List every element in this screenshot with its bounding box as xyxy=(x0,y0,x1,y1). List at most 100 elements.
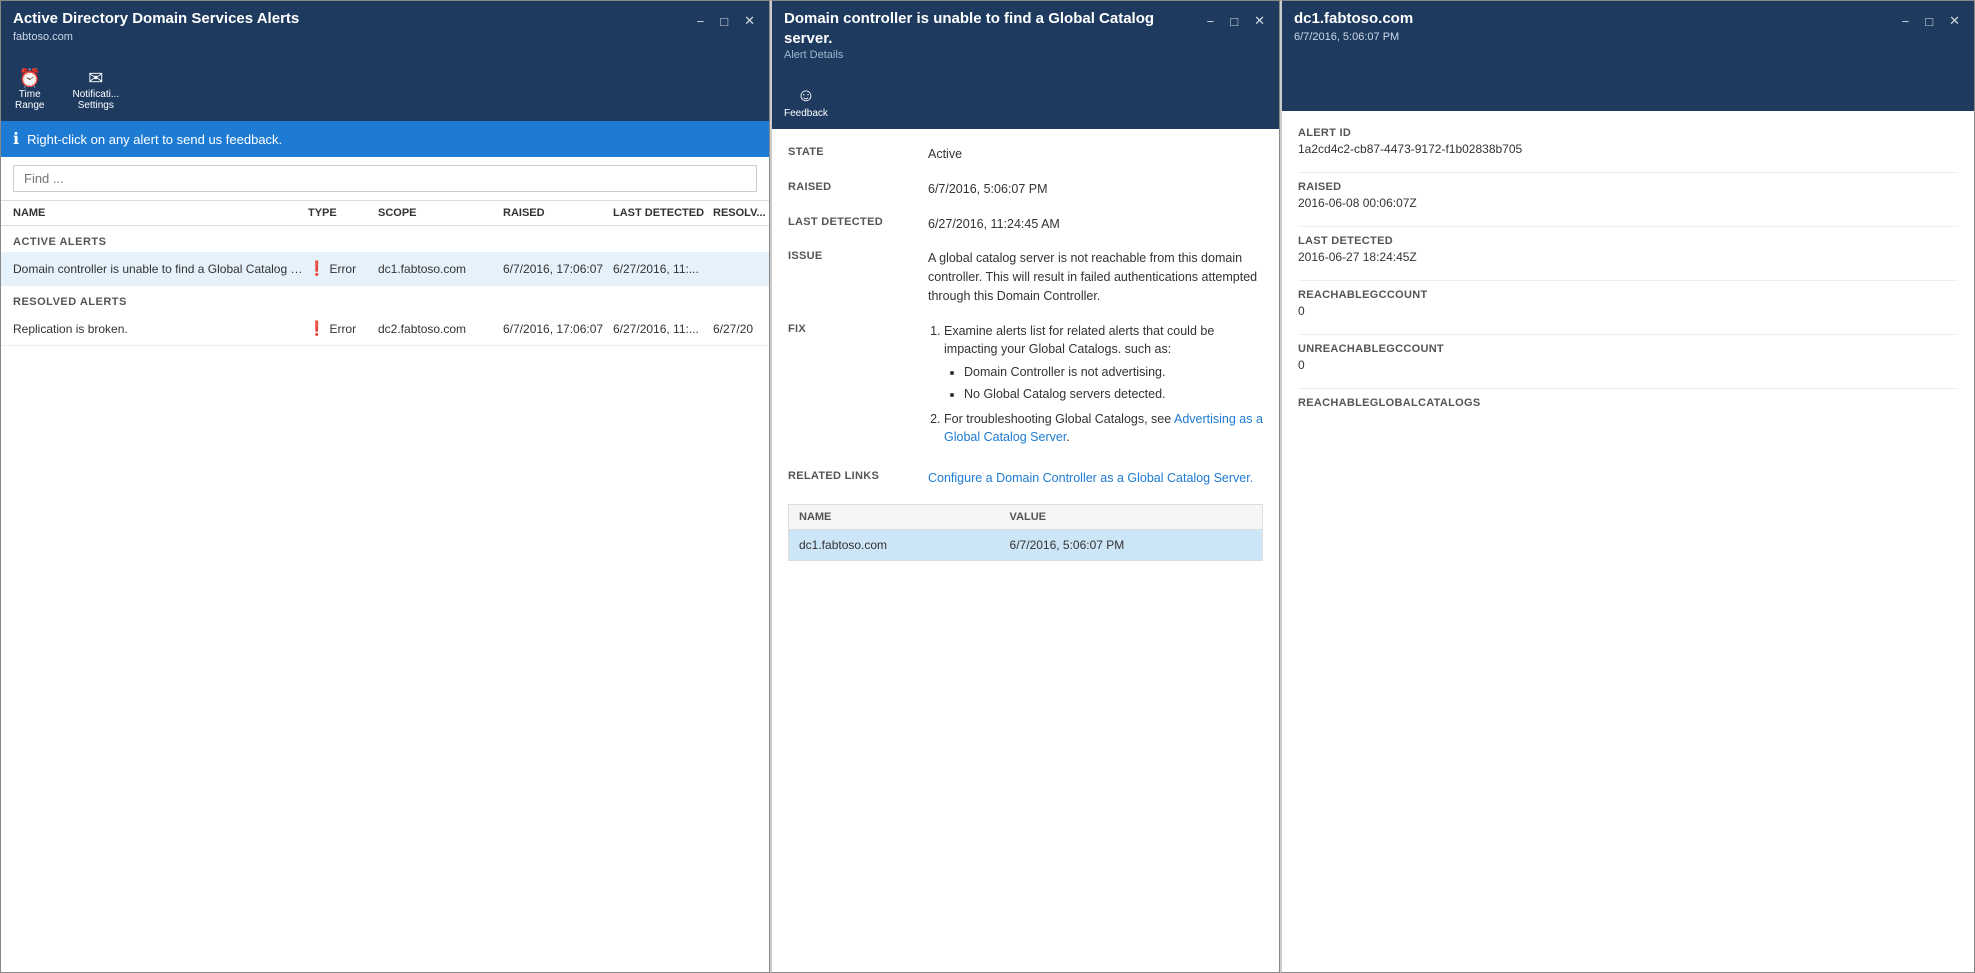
detail-row-issue: ISSUE A global catalog server is not rea… xyxy=(788,249,1263,305)
meta-last-detected: LAST DETECTED 2016-06-27 18:24:45Z xyxy=(1298,235,1958,264)
panel1-subtitle: fabtoso.com xyxy=(13,31,299,43)
panel2-titlebar: Domain controller is unable to find a Gl… xyxy=(772,1,1279,81)
meta-label-alert-id: ALERT ID xyxy=(1298,127,1958,139)
resolved-alert-name: Replication is broken. xyxy=(13,322,308,336)
fix-link[interactable]: Advertising as a Global Catalog Server xyxy=(944,412,1263,445)
lastdet-label: LAST DETECTED xyxy=(788,215,928,228)
col-header-raised: RAISED xyxy=(503,207,613,219)
time-range-btn[interactable]: ⏰ Time Range xyxy=(9,67,50,113)
column-headers: NAME TYPE SCOPE RAISED LAST DETECTED RES… xyxy=(1,201,769,226)
fix-label: FIX xyxy=(788,322,928,335)
meta-label-last-detected: LAST DETECTED xyxy=(1298,235,1958,247)
meta-label-reachablegccount: REACHABLEGCCOUNT xyxy=(1298,289,1958,301)
resolved-alert-scope: dc2.fabtoso.com xyxy=(378,322,503,336)
resolved-alert-raised: 6/7/2016, 17:06:07 xyxy=(503,322,613,336)
detail-data-table: NAME VALUE dc1.fabtoso.com 6/7/2016, 5:0… xyxy=(788,504,1263,561)
alerts-content: ACTIVE ALERTS Domain controller is unabl… xyxy=(1,226,769,972)
detail-row-raised: RAISED 6/7/2016, 5:06:07 PM xyxy=(788,180,1263,199)
fix-value: Examine alerts list for related alerts t… xyxy=(928,322,1263,454)
meta-unreachablegccount: UNREACHABLEGCCOUNT 0 xyxy=(1298,343,1958,372)
fix-sub-item-1: Domain Controller is not advertising. xyxy=(964,363,1263,382)
fix-item-2: For troubleshooting Global Catalogs, see… xyxy=(944,410,1263,448)
panel2-minimize-btn[interactable]: − xyxy=(1201,12,1221,31)
feedback-icon: ☺ xyxy=(797,85,815,106)
info-icon: ℹ xyxy=(13,129,19,149)
panel1-window: Active Directory Domain Services Alerts … xyxy=(0,0,770,973)
meta-label-reachableglobalcatalogs: REACHABLEGLOBALCATALOGS xyxy=(1298,397,1958,409)
notification-settings-label: Notificati... Settings xyxy=(72,89,119,111)
col-header-name: NAME xyxy=(13,207,308,219)
notification-settings-btn[interactable]: ✉ Notificati... Settings xyxy=(66,67,125,113)
table-col-name: NAME xyxy=(789,504,1000,529)
error-icon-active: ❗ xyxy=(308,260,325,277)
panel3-maximize-btn[interactable]: □ xyxy=(1919,12,1939,31)
resolved-alert-type: ❗ Error xyxy=(308,320,378,337)
panel1-toolbar: ⏰ Time Range ✉ Notificati... Settings xyxy=(1,63,769,121)
meta-reachableglobalcatalogs: REACHABLEGLOBALCATALOGS xyxy=(1298,397,1958,409)
active-alert-row[interactable]: Domain controller is unable to find a Gl… xyxy=(1,252,769,286)
col-header-scope: SCOPE xyxy=(378,207,503,219)
related-links-value: Configure a Domain Controller as a Globa… xyxy=(928,469,1263,488)
panel2-close-btn[interactable]: ✕ xyxy=(1248,11,1271,31)
state-label: STATE xyxy=(788,145,928,158)
alert-details-content: STATE Active RAISED 6/7/2016, 5:06:07 PM… xyxy=(772,129,1279,972)
meta-raised: RAISED 2016-06-08 00:06:07Z xyxy=(1298,181,1958,210)
issue-value: A global catalog server is not reachable… xyxy=(928,249,1263,305)
panel2-window: Domain controller is unable to find a Gl… xyxy=(770,0,1280,973)
col-header-type: TYPE xyxy=(308,207,378,219)
clock-icon: ⏰ xyxy=(19,69,41,87)
error-icon-resolved: ❗ xyxy=(308,320,325,337)
detail-row-lastdet: LAST DETECTED 6/27/2016, 11:24:45 AM xyxy=(788,215,1263,234)
panel2-maximize-btn[interactable]: □ xyxy=(1224,12,1244,31)
panel1-maximize-btn[interactable]: □ xyxy=(714,12,734,31)
issue-label: ISSUE xyxy=(788,249,928,262)
panel3-window: dc1.fabtoso.com 6/7/2016, 5:06:07 PM − □… xyxy=(1280,0,1975,973)
panel1-minimize-btn[interactable]: − xyxy=(691,12,711,31)
resolved-alert-row[interactable]: Replication is broken. ❗ Error dc2.fabto… xyxy=(1,312,769,346)
state-value: Active xyxy=(928,145,1263,164)
meta-alert-id: ALERT ID 1a2cd4c2-cb87-4473-9172-f1b0283… xyxy=(1298,127,1958,156)
raised-value: 6/7/2016, 5:06:07 PM xyxy=(928,180,1263,199)
meta-label-unreachablegccount: UNREACHABLEGCCOUNT xyxy=(1298,343,1958,355)
meta-value-last-detected: 2016-06-27 18:24:45Z xyxy=(1298,250,1958,264)
panel2-title: Domain controller is unable to find a Gl… xyxy=(784,9,1201,48)
panel3-minimize-btn[interactable]: − xyxy=(1896,12,1916,31)
raised-label: RAISED xyxy=(788,180,928,193)
table-col-value: VALUE xyxy=(1000,504,1263,529)
info-bar-text: Right-click on any alert to send us feed… xyxy=(27,132,282,147)
meta-label-raised: RAISED xyxy=(1298,181,1958,193)
panel3-window-controls: − □ ✕ xyxy=(1896,11,1966,31)
panel3-title: dc1.fabtoso.com xyxy=(1294,9,1413,29)
feedback-btn[interactable]: ☺ Feedback xyxy=(784,85,828,119)
search-input[interactable] xyxy=(13,165,757,192)
table-cell-name: dc1.fabtoso.com xyxy=(789,529,1000,560)
related-links-label: RELATED LINKS xyxy=(788,469,928,482)
table-row[interactable]: dc1.fabtoso.com 6/7/2016, 5:06:07 PM xyxy=(789,529,1263,560)
resolved-alert-resolv: 6/27/20 xyxy=(713,322,769,336)
panel3-close-btn[interactable]: ✕ xyxy=(1943,11,1966,31)
detail-row-related-links: RELATED LINKS Configure a Domain Control… xyxy=(788,469,1263,488)
resolved-alerts-label: RESOLVED ALERTS xyxy=(1,286,769,312)
info-bar: ℹ Right-click on any alert to send us fe… xyxy=(1,121,769,157)
active-alert-scope: dc1.fabtoso.com xyxy=(378,262,503,276)
col-header-resolv: RESOLV... xyxy=(713,207,770,219)
detail-row-state: STATE Active xyxy=(788,145,1263,164)
related-link[interactable]: Configure a Domain Controller as a Globa… xyxy=(928,471,1253,485)
meta-reachablegccount: REACHABLEGCCOUNT 0 xyxy=(1298,289,1958,318)
envelope-icon: ✉ xyxy=(88,69,103,87)
table-cell-value: 6/7/2016, 5:06:07 PM xyxy=(1000,529,1263,560)
panel3-subtitle: 6/7/2016, 5:06:07 PM xyxy=(1294,31,1413,43)
detail-row-fix: FIX Examine alerts list for related aler… xyxy=(788,322,1263,454)
meta-value-reachablegccount: 0 xyxy=(1298,304,1958,318)
feedback-label: Feedback xyxy=(784,108,828,119)
time-range-label: Time Range xyxy=(15,89,44,111)
meta-value-raised: 2016-06-08 00:06:07Z xyxy=(1298,196,1958,210)
panel1-title: Active Directory Domain Services Alerts xyxy=(13,9,299,29)
resolved-alert-lastdet: 6/27/2016, 11:... xyxy=(613,322,713,336)
table-header-row: NAME VALUE xyxy=(789,504,1263,529)
panel1-close-btn[interactable]: ✕ xyxy=(738,11,761,31)
search-bar xyxy=(1,157,769,201)
active-alert-type: ❗ Error xyxy=(308,260,378,277)
panel1-window-controls: − □ ✕ xyxy=(691,11,761,31)
active-alert-name: Domain controller is unable to find a Gl… xyxy=(13,262,308,276)
